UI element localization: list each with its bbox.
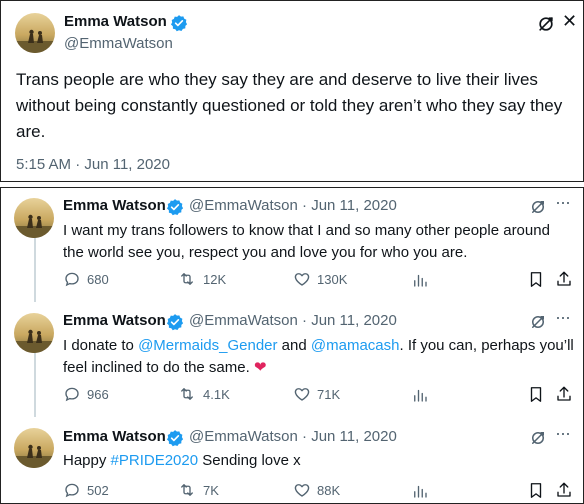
views-icon[interactable] — [411, 271, 429, 289]
tweet-timestamp[interactable]: 5:15 AM · Jun 11, 2020 — [16, 156, 170, 173]
reply-icon — [65, 387, 79, 402]
verified-badge-icon — [170, 15, 188, 32]
verified-badge-icon — [166, 314, 184, 331]
views-icon[interactable] — [411, 386, 429, 404]
avatar[interactable] — [14, 313, 54, 353]
heart-icon — [294, 273, 310, 286]
views-icon[interactable] — [411, 482, 429, 500]
tweet-date[interactable]: · Jun 11, 2020 — [302, 312, 397, 329]
thread-card: Emma Watson @EmmaWatson · Jun 11, 2020 ·… — [0, 187, 584, 504]
close-icon[interactable]: ✕ — [562, 11, 577, 32]
main-tweet-card: Emma Watson @EmmaWatson ✕ Trans people a… — [0, 0, 584, 182]
avatar[interactable] — [14, 198, 54, 238]
reply-button[interactable]: 680 — [63, 270, 109, 288]
retweet-button[interactable]: 7K — [177, 481, 219, 499]
tweet-date[interactable]: · Jun 11, 2020 — [302, 197, 397, 214]
mention-link[interactable]: @Mermaids_Gender — [138, 337, 277, 354]
bookmark-icon[interactable] — [527, 270, 545, 289]
like-button[interactable]: 71K — [293, 385, 340, 403]
author-handle[interactable]: @EmmaWatson — [189, 197, 298, 214]
retweet-icon — [181, 484, 193, 496]
tweet-text: Happy #PRIDE2020 Sending love x — [63, 450, 568, 472]
tweet-text-part: I donate to — [63, 337, 139, 354]
share-icon[interactable] — [555, 269, 573, 289]
heart-icon — [294, 484, 310, 497]
reply-icon — [65, 272, 79, 287]
tweet-text: I want my trans followers to know that I… — [63, 222, 550, 261]
thread-connector — [34, 345, 36, 417]
reply-button[interactable]: 966 — [63, 385, 109, 403]
tweet-text: Trans people are who they say they are a… — [16, 70, 563, 141]
author-handle[interactable]: @EmmaWatson — [189, 428, 298, 445]
more-icon[interactable]: ··· — [555, 423, 571, 444]
handle-date[interactable]: @EmmaWatson · Jun 11, 2020 — [189, 428, 397, 445]
tweet-text-part: Sending love x — [198, 452, 301, 469]
grok-icon[interactable] — [536, 14, 556, 34]
grok-icon[interactable] — [529, 313, 547, 331]
retweet-count: 12K — [203, 271, 227, 287]
bookmark-icon[interactable] — [527, 385, 545, 404]
verified-badge-icon — [166, 430, 184, 447]
like-button[interactable]: 130K — [293, 270, 347, 288]
author-handle[interactable]: @EmmaWatson — [189, 312, 298, 329]
heart-icon — [294, 388, 310, 401]
reply-icon — [65, 483, 79, 498]
tweet-date[interactable]: · Jun 11, 2020 — [302, 428, 397, 445]
retweet-button[interactable]: 12K — [177, 270, 226, 288]
grok-icon[interactable] — [529, 198, 547, 216]
reply-count: 966 — [87, 386, 109, 402]
like-count: 130K — [317, 271, 348, 287]
avatar[interactable] — [14, 428, 54, 468]
handle-date[interactable]: @EmmaWatson · Jun 11, 2020 — [189, 197, 397, 214]
thread-connector — [34, 230, 36, 302]
retweet-icon — [181, 273, 193, 285]
retweet-count: 4.1K — [203, 386, 230, 402]
tweet-text: I donate to @Mermaids_Gender and @mamaca… — [63, 335, 575, 379]
avatar[interactable] — [15, 13, 55, 53]
author-name[interactable]: Emma Watson — [64, 13, 167, 30]
retweet-icon — [181, 388, 193, 400]
more-icon[interactable]: ··· — [555, 307, 571, 328]
retweet-count: 7K — [203, 482, 219, 498]
tweet-text-part: Happy — [63, 452, 111, 469]
reply-count: 680 — [87, 271, 109, 287]
retweet-button[interactable]: 4.1K — [177, 385, 230, 403]
author-handle[interactable]: @EmmaWatson — [64, 35, 173, 52]
more-icon[interactable]: ··· — [555, 192, 571, 213]
share-icon[interactable] — [555, 480, 573, 500]
author-name[interactable]: Emma Watson — [63, 312, 166, 329]
share-icon[interactable] — [555, 384, 573, 404]
like-count: 71K — [317, 386, 341, 402]
like-count: 88K — [317, 482, 341, 498]
heart-emoji: ❤ — [253, 359, 267, 376]
reply-count: 502 — [87, 482, 109, 498]
grok-icon[interactable] — [529, 429, 547, 447]
bookmark-icon[interactable] — [527, 481, 545, 500]
handle-date[interactable]: @EmmaWatson · Jun 11, 2020 — [189, 312, 397, 329]
reply-button[interactable]: 502 — [63, 481, 109, 499]
author-name[interactable]: Emma Watson — [63, 197, 166, 214]
tweet-text-part: and — [277, 337, 311, 354]
author-name[interactable]: Emma Watson — [63, 428, 166, 445]
mention-link[interactable]: @mamacash — [311, 337, 400, 354]
hashtag-link[interactable]: #PRIDE2020 — [111, 452, 199, 469]
like-button[interactable]: 88K — [293, 481, 340, 499]
verified-badge-icon — [166, 199, 184, 216]
